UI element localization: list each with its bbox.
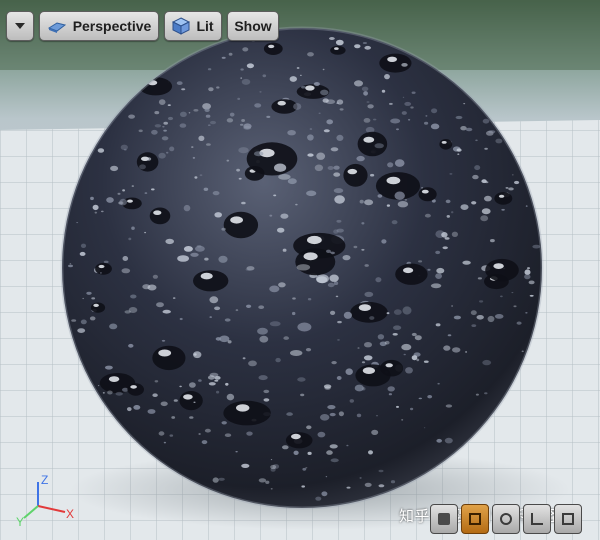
show-flags-label: Show <box>234 18 272 34</box>
axis-x-label: X <box>66 507 74 521</box>
scale-snap-button[interactable] <box>523 504 551 534</box>
lit-cube-icon <box>172 17 191 35</box>
scale-icon <box>531 513 543 525</box>
view-mode-button[interactable]: Perspective <box>39 11 159 41</box>
camera-speed-button[interactable] <box>430 504 458 534</box>
viewport-options-button[interactable] <box>6 11 34 41</box>
rotate-icon <box>500 513 512 525</box>
show-flags-button[interactable]: Show <box>227 11 279 41</box>
axis-y-label: Y <box>16 515 24 528</box>
layout-icon <box>562 513 574 525</box>
grid-snap-icon <box>469 513 481 525</box>
viewport-scene <box>0 0 600 540</box>
axis-gizmo: Z X Y <box>16 473 74 528</box>
lighting-mode-label: Lit <box>196 18 214 34</box>
viewport-layout-button[interactable] <box>554 504 582 534</box>
rotate-snap-button[interactable] <box>492 504 520 534</box>
perspective-cube-icon <box>47 22 66 33</box>
camera-icon <box>438 513 450 525</box>
chevron-down-icon <box>15 23 25 29</box>
view-mode-label: Perspective <box>72 18 152 34</box>
viewport[interactable]: Perspective Lit Show Z X Y 知乎 @樱桃小嘴拆拆怪 <box>0 0 600 540</box>
axis-z-label: Z <box>41 473 48 487</box>
grid-snap-button[interactable] <box>461 504 489 534</box>
lighting-mode-button[interactable]: Lit <box>164 11 222 41</box>
